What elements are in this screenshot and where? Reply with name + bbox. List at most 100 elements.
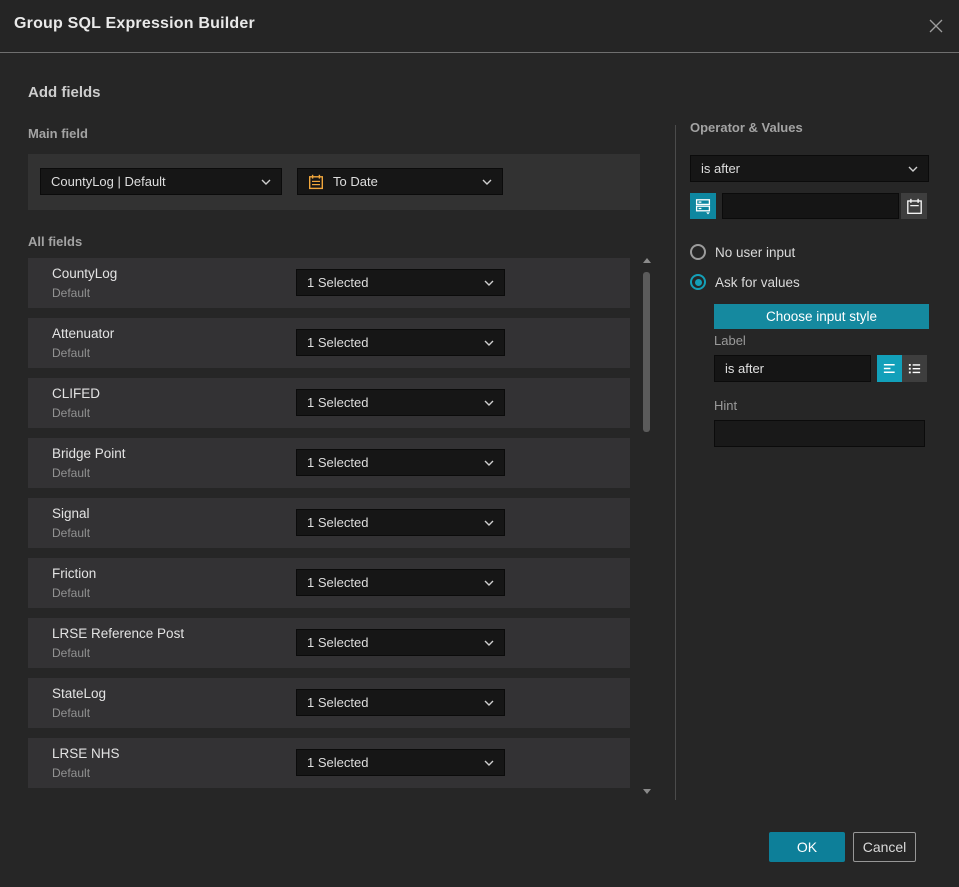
cancel-button[interactable]: Cancel <box>853 832 916 862</box>
radio-no-user-input-label: No user input <box>715 244 796 260</box>
field-values-select[interactable]: 1 Selected <box>296 389 505 416</box>
field-subtitle: Default <box>52 466 91 480</box>
field-name: Bridge Point <box>52 446 126 461</box>
field-subtitle: Default <box>52 586 91 600</box>
list-item: Bridge Point Default 1 Selected <box>28 438 630 488</box>
list-item: StateLog Default 1 Selected <box>28 678 630 728</box>
chevron-down-icon <box>484 400 494 406</box>
align-left-icon <box>882 361 897 376</box>
input-type-button[interactable] <box>690 193 716 219</box>
field-subtitle: Default <box>52 766 91 780</box>
field-name: Attenuator <box>52 326 115 341</box>
list-item: Signal Default 1 Selected <box>28 498 630 548</box>
operator-select-value: is after <box>701 161 741 176</box>
chevron-down-icon <box>261 179 271 185</box>
scroll-up-icon[interactable] <box>643 258 651 263</box>
list-scrollbar <box>641 256 653 796</box>
list-item: CountyLog Default 1 Selected <box>28 258 630 308</box>
field-values-select[interactable]: 1 Selected <box>296 689 505 716</box>
operator-select[interactable]: is after <box>690 155 929 182</box>
field-values-select-value: 1 Selected <box>307 275 369 290</box>
field-name: CountyLog <box>52 266 118 281</box>
dialog-title: Group SQL Expression Builder <box>14 15 255 32</box>
label-field-label: Label <box>714 333 746 348</box>
field-values-select[interactable]: 1 Selected <box>296 269 505 296</box>
field-subtitle: Default <box>52 526 91 540</box>
list-style-button[interactable] <box>902 355 927 382</box>
field-values-select-value: 1 Selected <box>307 635 369 650</box>
main-field-select[interactable]: CountyLog | Default <box>40 168 282 195</box>
hint-input[interactable] <box>714 420 925 447</box>
choose-input-style-button[interactable]: Choose input style <box>714 304 929 329</box>
field-values-select-value: 1 Selected <box>307 455 369 470</box>
chevron-down-icon <box>908 166 918 172</box>
close-button[interactable] <box>925 15 947 37</box>
single-line-style-button[interactable] <box>877 355 902 382</box>
field-values-select[interactable]: 1 Selected <box>296 569 505 596</box>
operator-values-heading: Operator & Values <box>690 120 803 135</box>
chevron-down-icon <box>484 640 494 646</box>
list-item: Friction Default 1 Selected <box>28 558 630 608</box>
calendar-icon <box>906 198 923 215</box>
all-fields-label: All fields <box>28 234 83 249</box>
field-values-select[interactable]: 1 Selected <box>296 329 505 356</box>
radio-ask-for-values-label: Ask for values <box>715 274 800 290</box>
list-item: LRSE NHS Default 1 Selected <box>28 738 630 788</box>
field-name: CLIFED <box>52 386 101 401</box>
field-name: Friction <box>52 566 97 581</box>
field-values-select[interactable]: 1 Selected <box>296 629 505 656</box>
chevron-down-icon <box>484 760 494 766</box>
chevron-down-icon <box>484 520 494 526</box>
radio-ask-for-values[interactable]: Ask for values <box>690 274 800 290</box>
chevron-down-icon <box>484 460 494 466</box>
ok-button[interactable]: OK <box>769 832 845 862</box>
field-subtitle: Default <box>52 286 91 300</box>
field-subtitle: Default <box>52 406 91 420</box>
field-name: LRSE Reference Post <box>52 626 185 641</box>
radio-no-user-input[interactable]: No user input <box>690 244 795 260</box>
list-item: CLIFED Default 1 Selected <box>28 378 630 428</box>
field-values-select-value: 1 Selected <box>307 755 369 770</box>
label-input[interactable] <box>714 355 871 382</box>
all-fields-list: CountyLog Default 1 Selected Attenuator … <box>28 258 630 794</box>
add-fields-heading: Add fields <box>28 84 101 101</box>
field-subtitle: Default <box>52 646 91 660</box>
field-name: StateLog <box>52 686 107 701</box>
scrollbar-thumb[interactable] <box>643 272 650 432</box>
list-item: LRSE Reference Post Default 1 Selected <box>28 618 630 668</box>
field-values-select[interactable]: 1 Selected <box>296 509 505 536</box>
chevron-down-icon <box>482 179 492 185</box>
calendar-icon <box>308 174 324 190</box>
field-values-select-value: 1 Selected <box>307 395 369 410</box>
list-item: Attenuator Default 1 Selected <box>28 318 630 368</box>
field-name: LRSE NHS <box>52 746 120 761</box>
field-name: Signal <box>52 506 90 521</box>
date-field-select[interactable]: To Date <box>297 168 503 195</box>
close-icon <box>926 16 946 36</box>
field-values-select-value: 1 Selected <box>307 575 369 590</box>
bulleted-list-icon <box>907 361 922 376</box>
field-subtitle: Default <box>52 346 91 360</box>
field-values-select-value: 1 Selected <box>307 695 369 710</box>
main-field-select-value: CountyLog | Default <box>51 174 166 189</box>
calendar-picker-button[interactable] <box>901 193 927 219</box>
chevron-down-icon <box>484 580 494 586</box>
chevron-down-icon <box>484 280 494 286</box>
main-field-bar: CountyLog | Default To Date <box>28 154 640 210</box>
chevron-down-icon <box>484 700 494 706</box>
radio-circle-icon <box>690 244 706 260</box>
panel-divider <box>675 125 676 800</box>
date-field-select-value: To Date <box>333 174 378 189</box>
field-subtitle: Default <box>52 706 91 720</box>
field-values-select[interactable]: 1 Selected <box>296 449 505 476</box>
field-values-select-value: 1 Selected <box>307 335 369 350</box>
field-values-select-value: 1 Selected <box>307 515 369 530</box>
hint-field-label: Hint <box>714 398 738 413</box>
scroll-down-icon[interactable] <box>643 789 651 794</box>
dialog-titlebar: Group SQL Expression Builder <box>0 0 959 53</box>
field-values-select[interactable]: 1 Selected <box>296 749 505 776</box>
radio-circle-checked-icon <box>690 274 706 290</box>
main-field-label: Main field <box>28 126 88 141</box>
value-input[interactable] <box>722 193 899 219</box>
stacked-rows-icon <box>694 197 712 215</box>
